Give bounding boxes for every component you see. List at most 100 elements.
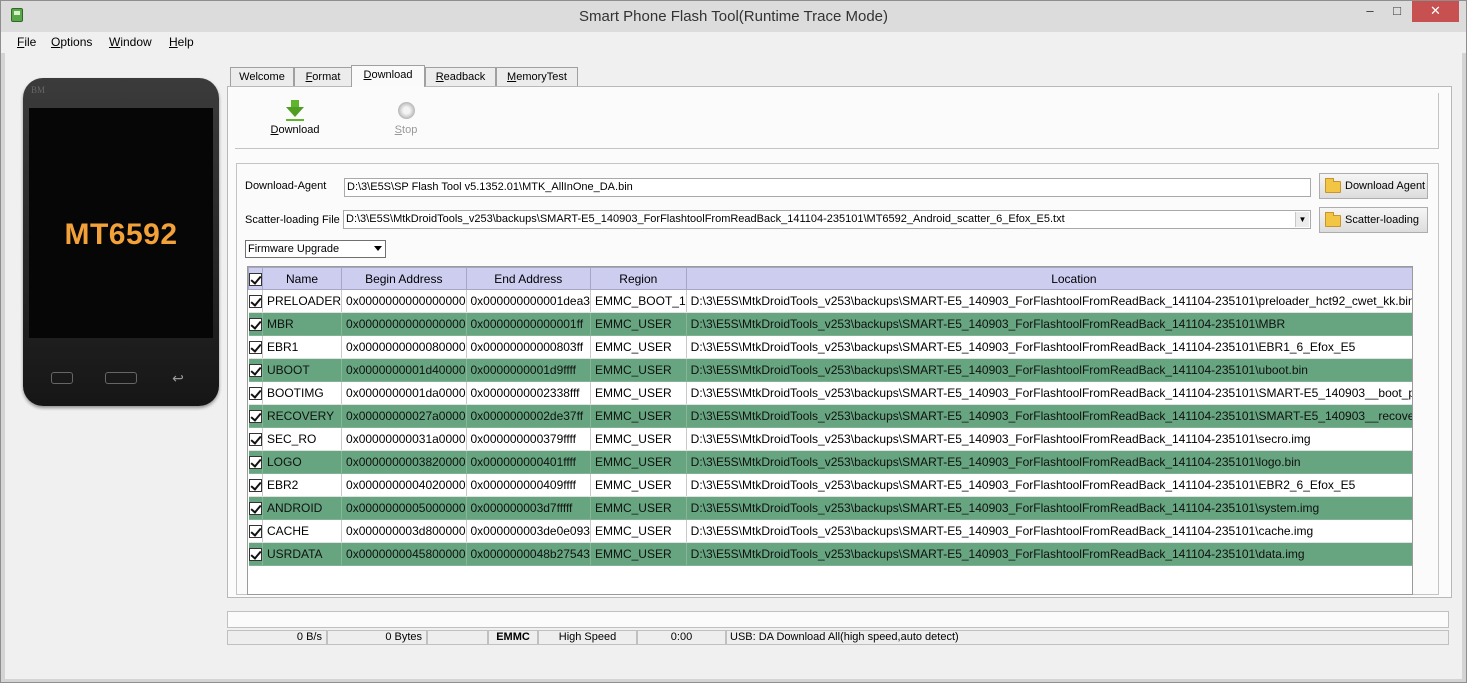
checkbox-icon [248, 525, 262, 539]
select-all-checkbox[interactable] [248, 267, 263, 290]
row-checkbox[interactable] [248, 404, 263, 428]
col-location[interactable]: Location [685, 267, 1412, 290]
cell-location: D:\3\E5S\MtkDroidTools_v253\backups\SMAR… [686, 404, 1412, 428]
table-row[interactable]: LOGO 0x0000000003820000 0x000000000401ffff… [248, 450, 1412, 474]
stop-button[interactable]: Stop [371, 93, 441, 141]
cell-region: EMMC_USER [590, 335, 687, 359]
row-checkbox[interactable] [248, 542, 263, 566]
download-button[interactable]: Download [260, 93, 330, 141]
cell-name: ANDROID [262, 496, 343, 520]
cell-location: D:\3\E5S\MtkDroidTools_v253\backups\SMAR… [686, 312, 1412, 336]
cell-name: LOGO [262, 450, 343, 474]
download-arrow-base [286, 119, 304, 121]
col-begin-address[interactable]: Begin Address [341, 267, 467, 290]
menu-window[interactable]: Window [109, 35, 152, 49]
menu-bar: File Options Window Help [1, 32, 1466, 53]
table-row[interactable]: EBR1 0x0000000000080000 0x00000000000803ff… [248, 335, 1412, 359]
close-button[interactable]: ✕ [1412, 1, 1459, 22]
table-row[interactable]: ANDROID 0x0000000005000000 0x000000003d7ff… [248, 496, 1412, 520]
row-checkbox[interactable] [248, 519, 263, 543]
cell-name: PRELOADER [262, 289, 343, 313]
cell-begin-address: 0x0000000000000000 [341, 289, 467, 313]
scatter-file-combo[interactable]: D:\3\E5S\MtkDroidTools_v253\backups\SMAR… [343, 210, 1311, 229]
cell-begin-address: 0x000000003d800000 [341, 519, 467, 543]
row-checkbox[interactable] [248, 450, 263, 474]
table-row[interactable]: MBR 0x0000000000000000 0x00000000000001ff E… [248, 312, 1412, 336]
scatter-loading-button[interactable]: Scatter-loading [1319, 207, 1428, 233]
table-row[interactable]: BOOTIMG 0x0000000001da0000 0x0000000002338… [248, 381, 1412, 405]
tab-format-label: ormat [312, 71, 341, 83]
row-checkbox[interactable] [248, 496, 263, 520]
row-checkbox[interactable] [248, 427, 263, 451]
menu-help[interactable]: Help [169, 35, 194, 49]
cell-end-address: 0x000000000379ffff [466, 427, 591, 451]
row-checkbox[interactable] [248, 473, 263, 497]
table-row[interactable]: PRELOADER 0x0000000000000000 0x00000000000… [248, 289, 1412, 313]
checkbox-icon [248, 548, 262, 562]
download-agent-button[interactable]: Download Agent [1319, 173, 1428, 199]
col-region[interactable]: Region [589, 267, 687, 290]
table-row[interactable]: UBOOT 0x0000000001d40000 0x0000000001d9fff… [248, 358, 1412, 382]
stop-button-label: Stop [371, 124, 441, 136]
minimize-button[interactable]: – [1357, 1, 1383, 22]
tab-memorytest-accel: M [507, 71, 517, 83]
chevron-down-icon[interactable]: ▼ [1295, 212, 1309, 227]
download-button-label: Download [260, 124, 330, 136]
stop-label-rest: top [402, 124, 418, 136]
menu-file[interactable]: File [17, 35, 36, 49]
col-name[interactable]: Name [261, 267, 343, 290]
tab-format[interactable]: Format [294, 67, 352, 86]
tab-download[interactable]: Download [351, 65, 425, 87]
download-agent-field[interactable]: D:\3\E5S\SP Flash Tool v5.1352.01\MTK_Al… [344, 178, 1311, 197]
cell-region: EMMC_USER [590, 450, 687, 474]
cell-region: EMMC_USER [590, 404, 687, 428]
stop-icon [398, 102, 415, 119]
phone-screen: MT6592 [29, 108, 213, 338]
cell-begin-address: 0x00000000031a0000 [341, 427, 467, 451]
title-bar[interactable]: Smart Phone Flash Tool(Runtime Trace Mod… [1, 1, 1466, 32]
menu-options-label: ptions [60, 35, 93, 49]
table-row[interactable]: RECOVERY 0x00000000027a0000 0x0000000002de… [248, 404, 1412, 428]
row-checkbox[interactable] [248, 381, 263, 405]
row-checkbox[interactable] [248, 289, 263, 313]
download-tab-panel: Download Stop Download-Agent D:\3\E5S\SP… [227, 86, 1452, 598]
checkbox-icon [248, 456, 262, 470]
chip-label: MT6592 [64, 218, 178, 251]
phone-back-key-icon: ↩ [172, 370, 184, 386]
table-row[interactable]: SEC_RO 0x00000000031a0000 0x000000000379ff… [248, 427, 1412, 451]
tab-memorytest[interactable]: MemoryTest [496, 67, 578, 86]
cell-begin-address: 0x0000000001da0000 [341, 381, 467, 405]
cell-name: MBR [262, 312, 343, 336]
download-mode-select[interactable]: Firmware Upgrade [245, 240, 386, 258]
col-end-address[interactable]: End Address [465, 267, 591, 290]
phone-home-key-icon [105, 372, 137, 384]
maximize-button[interactable]: □ [1384, 1, 1410, 22]
stop-accel: S [394, 124, 403, 136]
table-row[interactable]: EBR2 0x0000000004020000 0x000000000409ffff… [248, 473, 1412, 497]
checkbox-icon [248, 433, 262, 447]
row-checkbox[interactable] [248, 335, 263, 359]
status-empty [427, 630, 488, 645]
cell-region: EMMC_USER [590, 519, 687, 543]
cell-begin-address: 0x00000000027a0000 [341, 404, 467, 428]
tab-download-label: ownload [371, 69, 413, 81]
tab-welcome[interactable]: Welcome [230, 67, 294, 86]
checkbox-icon [248, 410, 262, 424]
checkbox-icon [248, 295, 262, 309]
status-usb-speed: High Speed [538, 630, 637, 645]
app-window: Smart Phone Flash Tool(Runtime Trace Mod… [0, 0, 1467, 683]
table-row[interactable]: USRDATA 0x0000000045800000 0x0000000048b27… [248, 542, 1412, 566]
tab-readback-accel: R [435, 71, 444, 83]
tab-readback[interactable]: Readback [425, 67, 496, 86]
scatter-label: Scatter-loading File [245, 214, 340, 226]
cell-end-address: 0x0000000002de37ff [466, 404, 591, 428]
download-mode-value: Firmware Upgrade [248, 243, 340, 255]
menu-options[interactable]: Options [51, 35, 92, 49]
row-checkbox[interactable] [248, 312, 263, 336]
phone-illustration: BM MT6592 ↩ [23, 78, 219, 406]
status-bytes: 0 Bytes [327, 630, 427, 645]
cell-region: EMMC_USER [590, 358, 687, 382]
row-checkbox[interactable] [248, 358, 263, 382]
tab-memorytest-label: emoryTest [516, 71, 567, 83]
table-row[interactable]: CACHE 0x000000003d800000 0x000000003de0e09… [248, 519, 1412, 543]
